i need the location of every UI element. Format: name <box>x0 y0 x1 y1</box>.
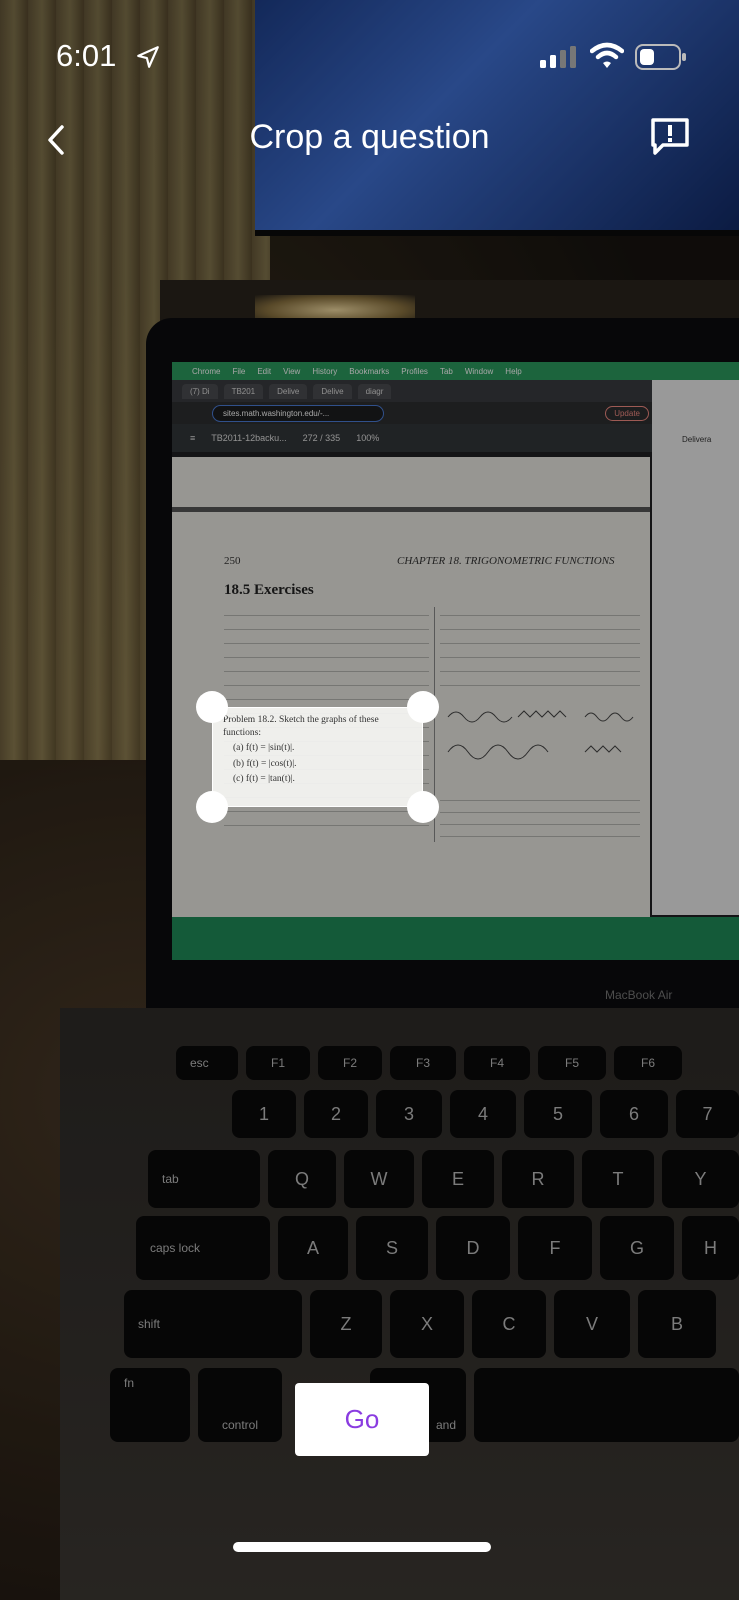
nav-bar: Crop a question <box>0 110 739 170</box>
cellular-signal-icon <box>540 46 576 68</box>
status-time: 6:01 <box>56 38 117 73</box>
battery-icon <box>635 44 686 70</box>
cropped-question-line: (b) f(t) = |cos(t)|. <box>233 758 297 769</box>
cropped-question-line: (a) f(t) = |sin(t)|. <box>233 743 295 753</box>
wifi-icon <box>590 42 624 68</box>
cropped-question-text: Problem 18.2. Sketch the graphs of these… <box>223 714 419 786</box>
report-button[interactable] <box>645 115 695 159</box>
crop-handle-top-left[interactable] <box>196 691 228 723</box>
crop-handle-bottom-right[interactable] <box>407 791 439 823</box>
status-bar: 6:01 <box>0 0 739 110</box>
home-indicator[interactable] <box>233 1542 491 1552</box>
camera-crop-screen: Chrome File Edit View History Bookmarks … <box>0 0 739 1600</box>
cropped-question-line: Problem 18.2. Sketch the graphs of these… <box>223 715 379 738</box>
crop-selection[interactable]: Problem 18.2. Sketch the graphs of these… <box>212 707 423 807</box>
crop-handle-bottom-left[interactable] <box>196 791 228 823</box>
crop-handle-top-right[interactable] <box>407 691 439 723</box>
report-issue-icon <box>651 118 689 155</box>
cropped-question-line: (c) f(t) = |tan(t)|. <box>233 774 295 784</box>
go-button[interactable]: Go <box>295 1383 429 1456</box>
location-arrow-icon <box>137 46 159 68</box>
page-title: Crop a question <box>249 118 490 156</box>
